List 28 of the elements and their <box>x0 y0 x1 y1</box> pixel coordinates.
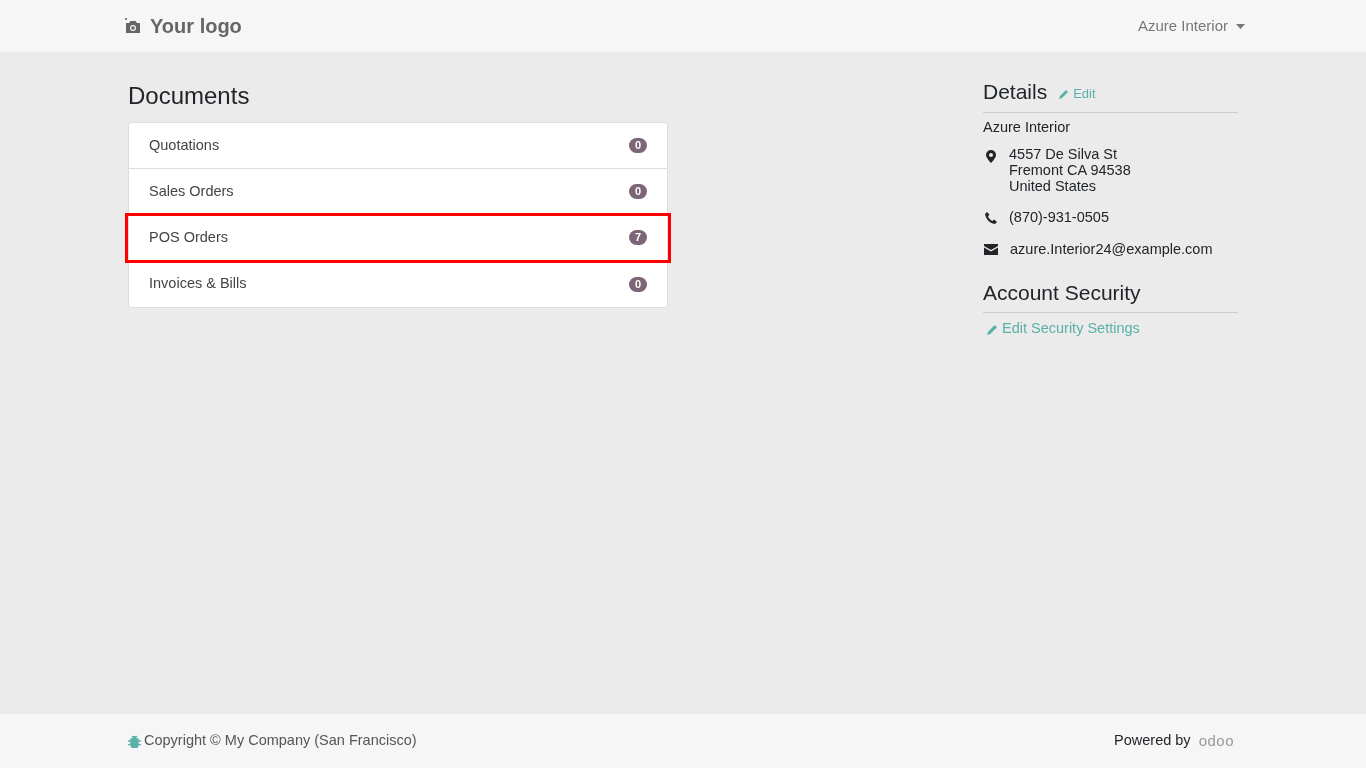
section-title: Details <box>983 79 1048 105</box>
document-row[interactable]: POS Orders 7 <box>127 215 669 261</box>
envelope-icon <box>984 244 998 256</box>
document-row[interactable]: Invoices & Bills 0 <box>129 261 667 307</box>
pencil-icon <box>1059 89 1070 99</box>
email-text: azure.Interior24@example.com <box>1010 240 1213 259</box>
camera-icon <box>124 18 142 34</box>
count-badge: 0 <box>628 276 647 292</box>
pencil-icon <box>987 323 998 335</box>
count-badge: 0 <box>628 184 647 199</box>
phone-text: (870)-931-0505 <box>1009 208 1109 228</box>
bug-icon <box>128 734 141 748</box>
map-pin-icon <box>986 150 996 164</box>
document-row[interactable]: Quotations 0 <box>129 123 667 169</box>
powered-by-text: Powered by <box>1114 731 1191 751</box>
copyright-text: Copyright © My Company (San Francisco) <box>144 731 417 751</box>
section-title: Documents <box>128 81 251 111</box>
customer-name: Azure Interior <box>983 117 1072 137</box>
count-badge: 0 <box>628 138 647 153</box>
logo-text[interactable]: Your logo <box>150 11 242 41</box>
count-badge: 7 <box>628 230 647 245</box>
document-row[interactable]: Sales Orders 0 <box>129 169 667 215</box>
address-text: 4557 De Silva St Fremont CA 94538 United States <box>1009 146 1131 195</box>
brand-logo[interactable]: odoo <box>1198 729 1234 753</box>
phone-icon <box>985 212 997 225</box>
section-title: Account Security <box>983 276 1238 314</box>
caret-icon <box>1236 23 1245 29</box>
user-menu[interactable]: Azure Interior <box>1137 14 1245 38</box>
